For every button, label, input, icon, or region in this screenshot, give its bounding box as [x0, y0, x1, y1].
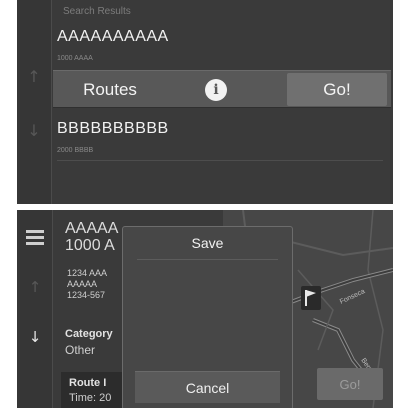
info-icon[interactable]: i [205, 79, 227, 101]
results-list: Search Results AAAAAAAAAA 1000 AAAA Rout… [53, 0, 393, 204]
search-results-screen: ↑ ↓ Search Results AAAAAAAAAA 1000 AAAA … [17, 0, 393, 204]
scroll-up-icon[interactable]: ↑ [25, 62, 43, 92]
divider [57, 160, 383, 161]
go-button[interactable]: Go! [287, 73, 387, 106]
dialog-title: Save [191, 235, 224, 251]
results-header: Search Results [63, 6, 131, 17]
result-name: AAAAAAAAAA [57, 28, 169, 45]
result-address: 1000 AAAA [57, 55, 93, 62]
result-action-bar: Routes i Go! [53, 70, 391, 108]
save-dialog: Save Cancel [122, 226, 293, 408]
result-name: BBBBBBBBBB [57, 120, 169, 137]
scroll-down-icon[interactable]: ↓ [25, 116, 43, 146]
cancel-button[interactable]: Cancel [135, 371, 280, 403]
routes-button[interactable]: Routes [55, 73, 165, 106]
location-detail-screen: ↑ ↓ AAAAA 1000 A 1234 AAA AAAAA 1234-567… [17, 210, 393, 408]
result-address: 2000 BBBB [57, 147, 94, 154]
scroll-sidebar: ↑ ↓ [17, 0, 52, 204]
divider [137, 259, 278, 260]
